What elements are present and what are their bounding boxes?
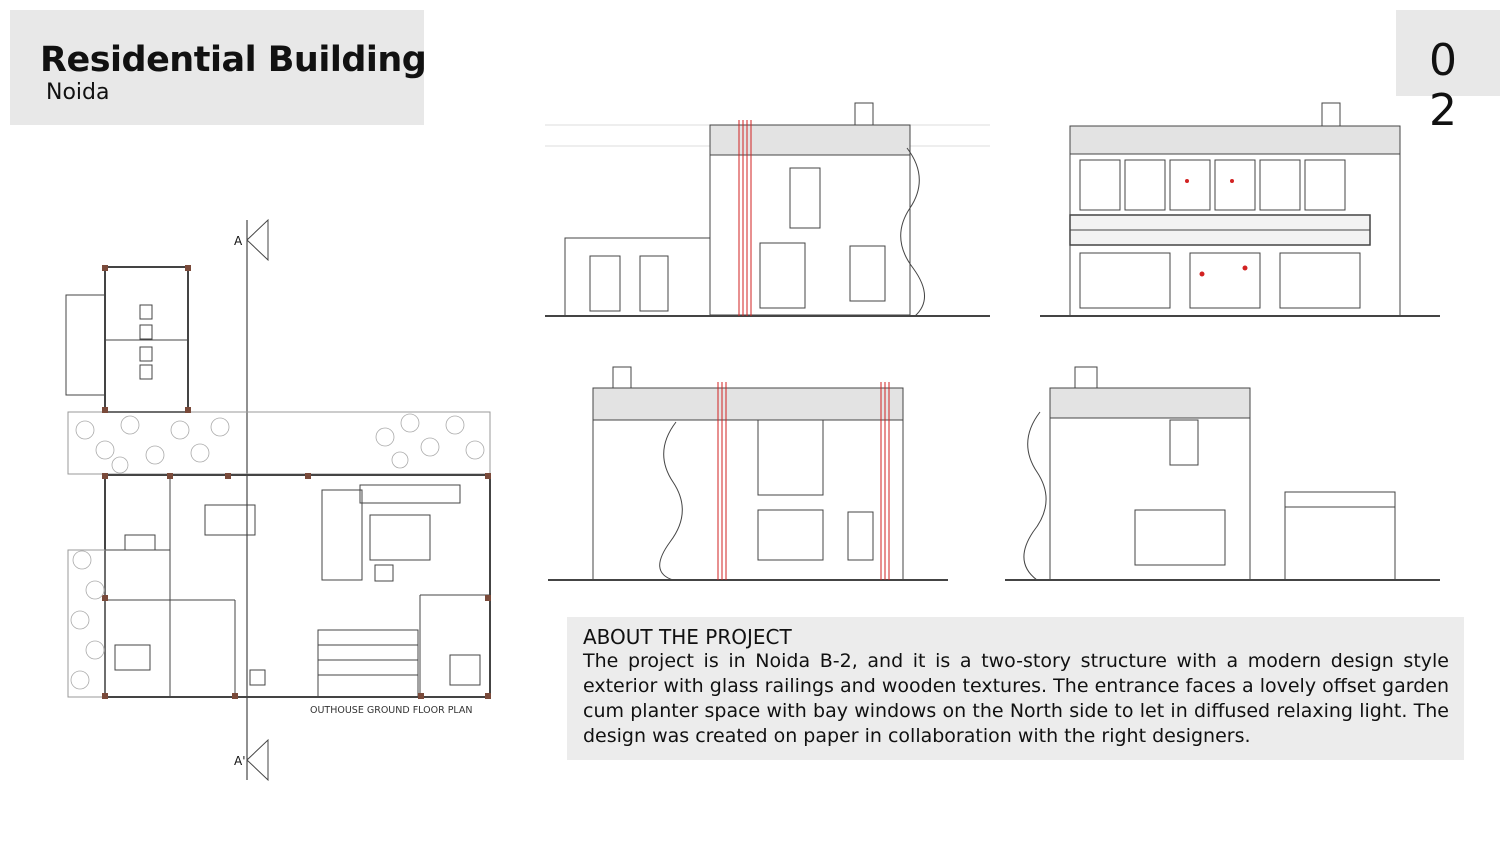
elevation-drawing-3 <box>548 366 948 581</box>
title-block: Residential Building Noida <box>10 10 427 125</box>
elevation-drawing-4 <box>1005 366 1440 581</box>
project-title: Residential Building <box>40 40 427 80</box>
section-mark-top: A <box>234 234 243 248</box>
about-heading: ABOUT THE PROJECT <box>583 625 792 649</box>
about-panel: ABOUT THE PROJECT The project is in Noid… <box>567 617 1464 760</box>
section-mark-bottom: A' <box>234 754 246 768</box>
elevation-drawing-1 <box>545 102 990 317</box>
project-location: Noida <box>46 80 110 105</box>
elevation-drawing-2 <box>1040 102 1440 317</box>
about-text: The project is in Noida B-2, and it is a… <box>583 650 1449 747</box>
plan-caption: OUTHOUSE GROUND FLOOR PLAN <box>310 705 473 716</box>
floor-plan-drawing: OUTHOUSE GROUND FLOOR PLAN A A' <box>65 218 491 782</box>
